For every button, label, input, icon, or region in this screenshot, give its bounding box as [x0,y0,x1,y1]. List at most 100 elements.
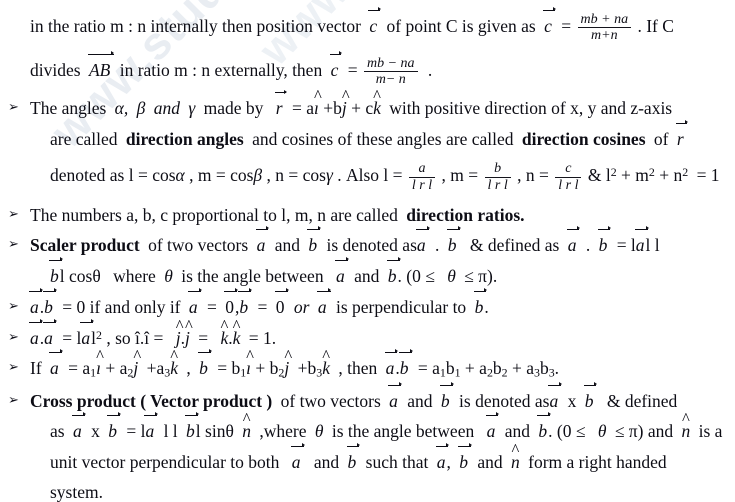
n-hat-glyph: n [242,412,251,441]
document-page: www.studie www.studie in the ratio m : n… [0,0,735,502]
line4-text-a: are called [50,128,118,149]
line14-text-b: such that [365,451,429,472]
line7-text-c: & defined as [469,235,560,256]
greek-gamma: γ [188,98,196,119]
j-hat-glyph: j [342,89,347,118]
cross-operator: x [567,390,577,411]
dot-operator: . [585,235,591,256]
line14-text-e: form a right handed [528,451,667,472]
k-hat-glyph: k [322,349,330,378]
zero-vector-glyph: 0 [224,288,238,318]
vector-b-glyph: b [43,288,57,318]
line9-text-b: = 0 if and only if [62,297,181,318]
fraction-numerator: mb + na [577,12,632,29]
word-and: and [274,235,300,256]
n-hat-glyph: n [681,412,690,441]
line13-text-b: = l [126,421,146,442]
text-line-5: denoted as l = cosα , m = cosβ , n = cos… [30,161,729,192]
vector-b-glyph: b [439,382,454,411]
line15-text-a: system. [50,482,103,502]
fraction-numerator: c [555,161,582,178]
vector-a-glyph: a [49,349,63,379]
line13-text-a: as [50,421,65,442]
fraction-n-cosine: c l r l [555,161,582,193]
vector-b-glyph: b [107,412,121,442]
bullet-arrow-icon: ➢ [8,237,19,253]
vector-b-glyph: b [537,412,551,442]
line3-text-b: made by [203,98,264,119]
line12-text-a: of two vectors [280,390,381,411]
line11-text-d: +a [146,358,165,379]
bullet-arrow-icon: ➢ [8,100,19,116]
i-hat-glyph: ı [314,89,319,118]
line2-period: . [427,60,433,81]
line13-text-d: l sinθ [195,421,234,442]
greek-gamma: γ [325,165,333,186]
line13-text-g: . (0 ≤ [548,421,586,442]
vector-b-glyph: b [473,288,487,318]
vector-a-glyph: a [415,226,430,256]
line5-text-c: , n = cos [266,165,326,186]
word-and: and [407,390,433,411]
period: . [554,358,560,379]
vector-a-glyph: a [566,226,581,256]
text-line-12: ➢ Cross product ( Vector product ) of tw… [8,382,729,411]
line5-text-h: + m [621,165,649,186]
fraction-m-cosine: b l r l [484,161,511,193]
line6-text-a: The numbers a, b, c proportional to l, m… [30,204,398,225]
vector-b-glyph: b [238,288,252,318]
i-hat-glyph: ı [96,349,101,378]
text-line-9: ➢ a.b = 0 if and only if a = 0,b = 0 or … [8,288,729,318]
line9-text-f: is perpendicular to [335,297,467,318]
comma: , [446,451,451,472]
word-or: or [293,297,310,318]
line7-text-e: l l [645,235,660,256]
vector-r-glyph: r [274,89,287,119]
line11-text-l: b [445,358,455,379]
line11-text-a: If [30,358,42,379]
term-direction-ratios: direction ratios. [406,204,525,225]
vector-a-glyph: a [388,382,402,411]
greek-alpha: α [175,165,185,186]
vector-a-glyph: a [29,319,43,348]
line13-text-f: is the angle between [331,421,475,442]
fraction-numerator: b [484,161,511,178]
line13-text-i: is a [698,421,723,442]
greek-theta: θ [314,421,324,442]
line5-text-b: , m = cos [189,165,254,186]
term-scaler-product: Scaler product [30,235,140,256]
line8-text-c: is the angle between [181,265,324,286]
fraction-l-cosine: a l r l [408,161,436,193]
line2-text-b: in ratio m : n externally, then [119,60,323,81]
fraction-external-division: mb − na m− n [363,56,418,87]
line11-text-c: + a [105,358,128,379]
greek-beta: β [253,165,263,186]
equals-sign: = [198,327,209,348]
k-hat-glyph: k [220,318,228,348]
line11-text-b: = a [68,358,91,379]
line4-text-c: of [653,128,669,149]
vector-b-glyph: b [49,257,63,286]
line11-text-k: = a [417,358,440,379]
line13-text-e: ,where [259,421,307,442]
vector-a-glyph: a [29,288,43,318]
k-hat-glyph: k [373,89,381,118]
vector-r-glyph: r [675,120,688,149]
vector-a-glyph: a [43,319,57,348]
line1-text-d: . If C [637,15,674,36]
vector-b-glyph: b [597,226,611,256]
bullet-arrow-icon: ➢ [8,299,19,315]
word-and: and [477,451,503,472]
text-line-1: in the ratio m : n internally then posit… [30,7,729,43]
line11-text-f: = b [217,358,241,379]
exponent-2: 2 [610,165,617,180]
line3-text-c: = a [291,98,314,119]
n-hat-glyph: n [511,442,520,472]
text-line-11: ➢ If a = a1ı + a2j +a3k , b = b1ı + b2j … [8,349,729,380]
vector-b-glyph: b [307,226,321,256]
vector-a-glyph: a [384,349,399,379]
line10-text-b: = l [62,327,82,348]
j-hat-glyph: j [185,318,190,348]
text-line-3: ➢ The angles α, β and γ made by r = aı +… [8,89,729,119]
vector-c-glyph: c [368,7,381,36]
